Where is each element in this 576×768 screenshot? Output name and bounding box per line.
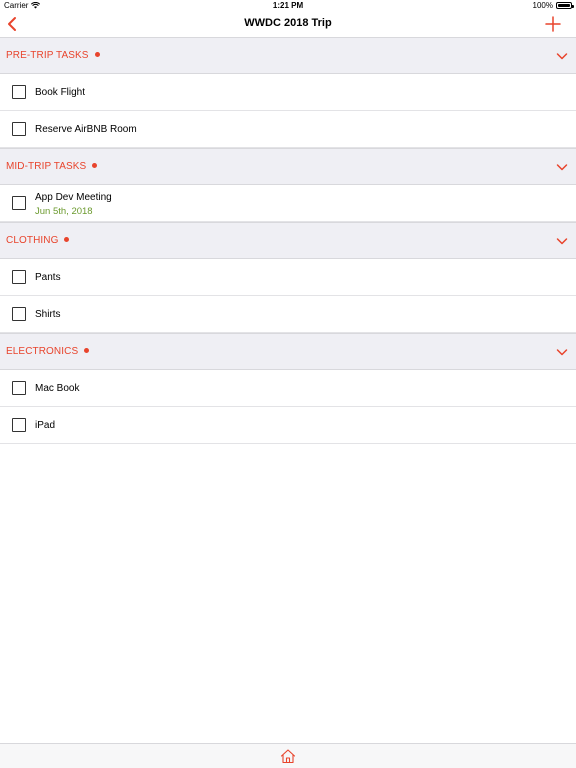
checkbox[interactable]: [12, 270, 26, 284]
section-header-clothing[interactable]: CLOTHING: [0, 222, 576, 259]
status-bar: Carrier 1:21 PM 100%: [0, 0, 576, 12]
chevron-down-icon[interactable]: [556, 162, 568, 172]
item-label: Reserve AirBNB Room: [35, 124, 137, 135]
item-label: App Dev Meeting: [35, 192, 112, 203]
chevron-down-icon[interactable]: [556, 51, 568, 61]
status-right: 100%: [532, 1, 574, 10]
section-header-mid-trip[interactable]: MID-TRIP TASKS: [0, 148, 576, 185]
list-item: Reserve AirBNB Room: [0, 111, 576, 148]
section-title: MID-TRIP TASKS: [6, 161, 98, 172]
item-label: iPad: [35, 420, 56, 431]
battery-percent: 100%: [532, 1, 553, 10]
chevron-down-icon[interactable]: [556, 347, 568, 357]
chevron-down-icon[interactable]: [556, 236, 568, 246]
checkbox[interactable]: [12, 418, 26, 432]
checkbox[interactable]: [12, 307, 26, 321]
section-title: CLOTHING: [6, 235, 70, 246]
checkbox[interactable]: [12, 381, 26, 395]
indicator-dot-icon: [84, 347, 90, 353]
page-title: WWDC 2018 Trip: [244, 17, 332, 29]
item-label: Shirts: [35, 309, 61, 320]
indicator-dot-icon: [92, 162, 98, 168]
status-time: 1:21 PM: [272, 1, 304, 10]
section-header-pre-trip[interactable]: PRE-TRIP TASKS: [0, 37, 576, 74]
list-item: Mac Book: [0, 370, 576, 407]
item-label: Pants: [35, 272, 61, 283]
checkbox[interactable]: [12, 122, 26, 136]
list-item: Shirts: [0, 296, 576, 333]
tab-bar: [0, 743, 576, 768]
home-icon[interactable]: [280, 748, 296, 764]
checkbox[interactable]: [12, 196, 26, 210]
task-list: PRE-TRIP TASKS Book Flight Reserve AirBN…: [0, 37, 576, 444]
section-header-electronics[interactable]: ELECTRONICS: [0, 333, 576, 370]
list-item: Book Flight: [0, 74, 576, 111]
plus-icon[interactable]: [544, 15, 562, 33]
indicator-dot-icon: [64, 236, 70, 242]
navigation-bar: WWDC 2018 Trip: [0, 12, 576, 37]
item-date: Jun 5th, 2018: [35, 206, 93, 217]
indicator-dot-icon: [94, 51, 100, 57]
section-title: ELECTRONICS: [6, 346, 90, 357]
battery-icon: [556, 2, 574, 9]
list-item: iPad: [0, 407, 576, 444]
list-item: App Dev Meeting Jun 5th, 2018: [0, 185, 576, 222]
section-title: PRE-TRIP TASKS: [6, 50, 100, 61]
item-label: Mac Book: [35, 383, 80, 394]
checkbox[interactable]: [12, 85, 26, 99]
list-item: Pants: [0, 259, 576, 296]
item-label: Book Flight: [35, 87, 86, 98]
